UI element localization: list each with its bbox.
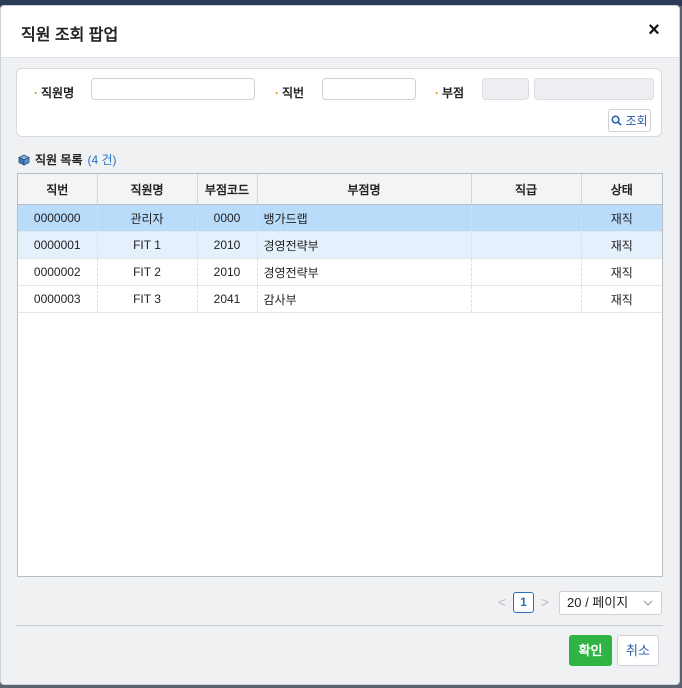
cancel-button[interactable]: 취소 [617,635,659,666]
employee-count: (4 건) [87,153,117,167]
table-row[interactable]: 0000000 관리자 0000 뱅가드랩 재직 [18,204,662,232]
next-page-button[interactable]: > [538,591,552,613]
employee-list-header: 직원 목록 (4 건) [18,151,117,168]
page-size-select[interactable]: 20 / 페이지 [559,591,662,615]
confirm-button[interactable]: 확인 [569,635,612,666]
search-panel: · 직원명 · 직번 · 부점 조회 [16,68,662,137]
cell-dept-name: 감사부 [257,285,472,313]
cell-dept-code: 0000 [197,204,258,232]
employee-name-label: · 직원명 [34,86,75,100]
cell-name: 관리자 [97,204,198,232]
department-name-input[interactable] [534,78,654,100]
cell-number: 0000001 [18,231,98,259]
cell-number: 0000002 [18,258,98,286]
footer-divider [16,625,663,626]
cell-name: FIT 2 [97,258,198,286]
table-row[interactable]: 0000002 FIT 2 2010 경영전략부 재직 [18,258,662,286]
cell-dept-code: 2041 [197,285,258,313]
cell-number: 0000000 [18,204,98,232]
chevron-left-icon: < [497,594,507,610]
employee-grid: 직번 직원명 부점코드 부점명 직급 상태 0000000 관리자 0000 뱅… [17,173,663,577]
table-row[interactable]: 0000003 FIT 3 2041 감사부 재직 [18,285,662,313]
cell-status: 재직 [581,231,662,259]
cell-name: FIT 3 [97,285,198,313]
employee-name-input[interactable] [91,78,255,100]
page-size-value: 20 / 페이지 [567,595,629,610]
cell-dept-name: 경영전략부 [257,231,472,259]
column-header-rank[interactable]: 직급 [471,174,582,205]
chevron-down-icon [643,592,653,622]
cell-status: 재직 [581,204,662,232]
column-header-number[interactable]: 직번 [18,174,98,205]
employee-list-title: 직원 목록 [35,153,83,167]
dialog-title: 직원 조회 팝업 [21,27,119,44]
column-header-status[interactable]: 상태 [581,174,662,205]
table-header-row: 직번 직원명 부점코드 부점명 직급 상태 [18,174,662,205]
search-button-label: 조회 [625,114,648,128]
employee-table: 직번 직원명 부점코드 부점명 직급 상태 0000000 관리자 0000 뱅… [18,174,662,313]
cell-rank [471,231,582,259]
column-header-name[interactable]: 직원명 [97,174,198,205]
close-button[interactable]: × [643,18,665,42]
cell-dept-code: 2010 [197,231,258,259]
column-header-dept-code[interactable]: 부점코드 [197,174,258,205]
cell-dept-name: 경영전략부 [257,258,472,286]
cell-status: 재직 [581,258,662,286]
employee-number-input[interactable] [322,78,416,100]
cell-number: 0000003 [18,285,98,313]
cell-dept-code: 2010 [197,258,258,286]
employee-number-label: · 직번 [275,86,305,100]
department-label: · 부점 [435,86,465,100]
chevron-right-icon: > [540,594,550,610]
column-header-dept-name[interactable]: 부점명 [257,174,472,205]
prev-page-button[interactable]: < [495,591,509,613]
close-icon: × [648,19,660,41]
cell-name: FIT 1 [97,231,198,259]
dialog-header: 직원 조회 팝업 × [1,6,679,58]
department-code-input[interactable] [482,78,529,100]
search-icon [611,115,623,126]
cell-rank [471,258,582,286]
cell-status: 재직 [581,285,662,313]
table-row[interactable]: 0000001 FIT 1 2010 경영전략부 재직 [18,231,662,259]
cell-dept-name: 뱅가드랩 [257,204,472,232]
cube-icon [18,154,30,166]
cell-rank [471,285,582,313]
search-button[interactable]: 조회 [608,109,651,132]
page-1-button[interactable]: 1 [513,592,534,613]
cell-rank [471,204,582,232]
